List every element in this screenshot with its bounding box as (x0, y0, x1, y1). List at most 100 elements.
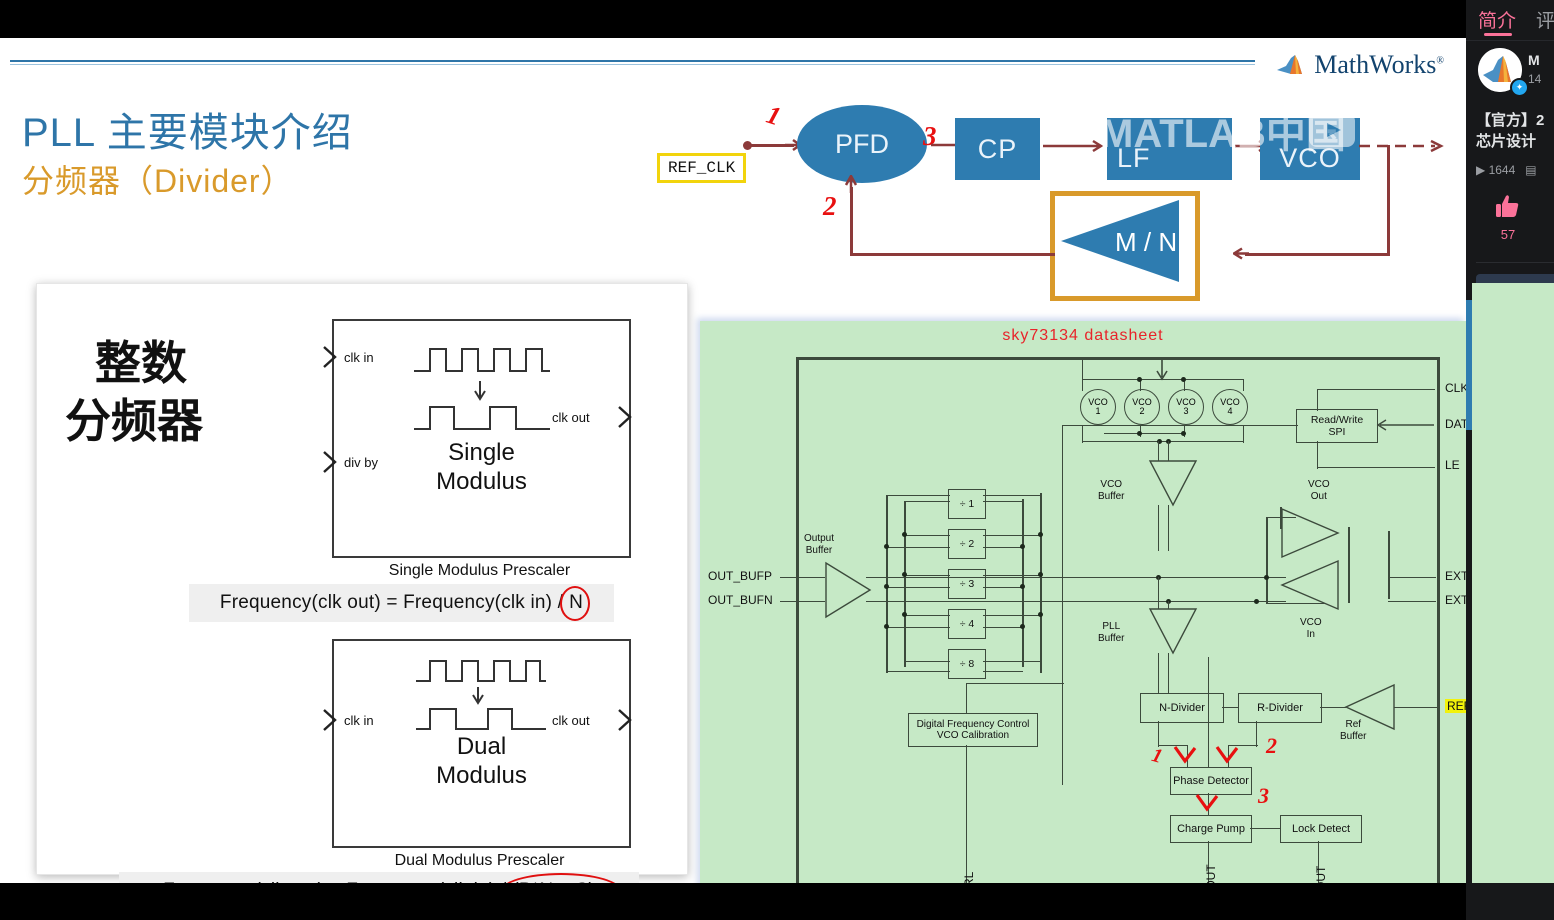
dual-clk-in-label: clk in (344, 713, 374, 728)
page-subtitle: 分频器（Divider） (22, 163, 294, 199)
vco1-top-stub (1082, 379, 1084, 391)
ref-clk-label: REF_CLK (657, 153, 747, 183)
single-modulus-formula: Frequency(clk out) = Frequency(clk in) /… (189, 584, 614, 622)
pin-data: DATA (1445, 417, 1466, 431)
vco-in-label: VCO In (1300, 617, 1322, 640)
output-buffer-label: Output Buffer (804, 533, 835, 556)
dual-clk-out-port-icon (618, 709, 632, 731)
arrow-into-divider (1233, 247, 1249, 260)
dual-modulus-caption: Dual Modulus Prescaler (394, 852, 565, 869)
clk-in-port-icon (323, 346, 337, 368)
red-circle-annotation-pns (500, 873, 623, 883)
vco-buffer-label: VCO Buffer (1098, 479, 1125, 502)
bilibili-watermark-icon: bili (1309, 113, 1405, 148)
sidebar-divider (1476, 262, 1554, 263)
divider-rail-left-b (904, 501, 906, 667)
r-divider-box: R-Divider (1238, 693, 1322, 723)
divider-div8: ÷ 8 (948, 649, 986, 679)
junction-dot (1181, 431, 1186, 436)
pll-buffer-triangle-icon (1148, 608, 1198, 655)
junction-dot (902, 532, 907, 537)
dual-modulus-name-1: Dual (456, 733, 507, 760)
vco-buffer-in-a (1158, 441, 1160, 461)
red-label-3: 3 (1258, 783, 1269, 808)
uploader-name[interactable]: M (1528, 52, 1540, 68)
divider-div1: ÷ 1 (948, 489, 986, 519)
junction-dot (884, 584, 889, 589)
wire-feedback-up (850, 187, 853, 255)
spi-le-wire (1317, 467, 1435, 469)
pll-buffer-out-b (1168, 653, 1170, 695)
junction-dot (902, 572, 907, 577)
arrow-feedback-into-pfd (844, 175, 858, 193)
n-divider-box: N-Divider (1140, 693, 1224, 723)
vco-bottom-bus-a (1082, 441, 1244, 443)
junction-dot (1137, 431, 1142, 436)
pin-cp-out: CP_OUT (1204, 864, 1218, 883)
vco-feed-left (1082, 357, 1084, 379)
wire-out-bufp (780, 577, 825, 579)
annotation-2: 2 (823, 191, 837, 221)
pin-ext-vcop: EXT_VCOP (1445, 593, 1466, 607)
junction-dot (1020, 584, 1025, 589)
dual-modulus-waveform-icon (416, 660, 546, 730)
wire-d3-in-b (886, 587, 950, 589)
spi-control-rail (1062, 485, 1064, 785)
red-arrow-annotation-1 (1173, 746, 1197, 764)
like-button[interactable]: 57 (1486, 192, 1530, 242)
arrow-cp-to-lf (1043, 139, 1104, 153)
thumbs-up-icon (1496, 195, 1519, 217)
spi-data-arrow-icon (1376, 419, 1434, 431)
dual-modulus-prescaler-block: clk in clk out Dual Modulus (323, 639, 632, 848)
dual-modulus-formula: Frequency(clk out) = Frequency(clk in) /… (119, 872, 639, 883)
wire-d4-out (983, 615, 1041, 617)
pfd-block: PFD (797, 105, 927, 183)
wire-d1-out-b (983, 501, 1023, 503)
wire-out-bufn (780, 601, 825, 603)
card-heading-line2: 分频器 (65, 394, 203, 448)
wire-refclk (1394, 707, 1438, 709)
junction-dot (1137, 377, 1142, 382)
junction-dot (1020, 624, 1025, 629)
vco-buffer-triangle-icon (1148, 460, 1198, 507)
wire-d4-in-b (886, 627, 950, 629)
ref-buffer-label: Ref Buffer (1340, 719, 1367, 742)
dfc-control-wire (966, 683, 1064, 685)
like-count: 57 (1500, 227, 1516, 242)
junction-dot (884, 544, 889, 549)
divider-div2: ÷ 2 (948, 529, 986, 559)
spi-left-rail (1062, 425, 1064, 487)
pin-vctrl: VCTRL (962, 872, 976, 883)
lock-detect-box: Lock Detect (1280, 815, 1362, 843)
comment-icon: ▤ (1525, 163, 1537, 177)
vco-out-triangle-icon (1281, 507, 1340, 559)
wire-d3-out-b (983, 587, 1023, 589)
vco-io-rail-right (1348, 527, 1350, 603)
cp-block: CP (955, 118, 1040, 180)
datasheet-title: sky73134 datasheet (1002, 327, 1164, 344)
single-clk-out-label: clk out (552, 410, 590, 425)
pin-out-bufn: OUT_BUFN (708, 593, 773, 607)
red-arrow-annotation-3 (1195, 794, 1219, 812)
vco-io-rail-left (1266, 517, 1268, 603)
wire-d1-out (983, 495, 1041, 497)
charge-pump-box: Charge Pump (1170, 815, 1252, 843)
junction-dot (1038, 572, 1043, 577)
dfc-to-vctrl (966, 745, 968, 883)
red-label-1: 1 (1149, 744, 1165, 768)
tab-comments[interactable]: 评 (1536, 6, 1554, 33)
junction-dot (1020, 544, 1025, 549)
single-modulus-name-1: Single (448, 439, 515, 466)
vco-4: VCO 4 (1212, 389, 1248, 425)
divider-div4: ÷ 4 (948, 609, 986, 639)
junction-dot (902, 612, 907, 617)
wire-vco-tap-down (1387, 145, 1390, 255)
tab-intro[interactable]: 简介 (1478, 6, 1516, 33)
video-title[interactable]: 【官方】2 芯片设计 (1476, 110, 1554, 153)
wire-d2-out-b (983, 547, 1023, 549)
vctrl-vertical-rail (1208, 657, 1210, 767)
dfc-control-stub (966, 683, 968, 713)
pll-buffer-in-a (1158, 577, 1160, 609)
junction-dot (1254, 599, 1259, 604)
verified-badge-icon: ✦ (1510, 78, 1529, 97)
